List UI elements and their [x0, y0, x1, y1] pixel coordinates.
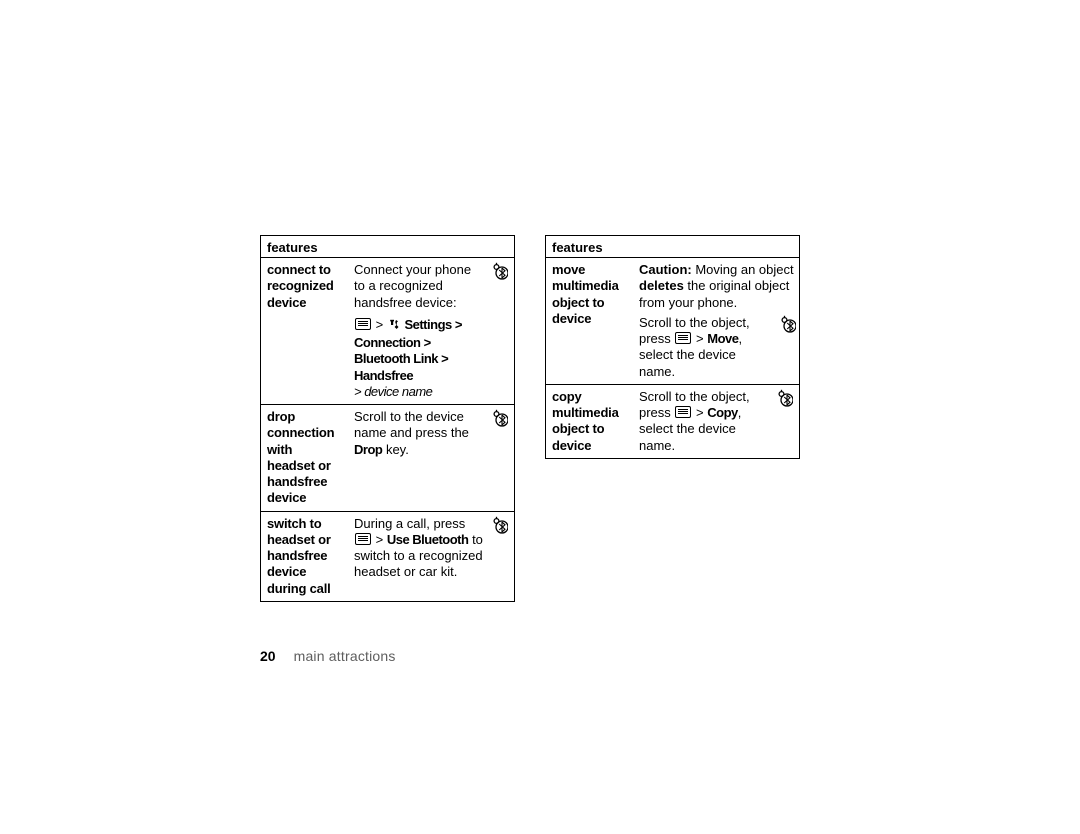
tail-text: select the device name.: [639, 347, 736, 378]
feature-desc: During a call, press > Use Bluetooth to …: [348, 511, 490, 601]
features-table-left: features connect to recognized device Co…: [260, 235, 515, 602]
tools-icon: [388, 319, 400, 335]
bluetooth-cell: [490, 511, 515, 601]
scroll-text: Scroll to the object,: [639, 315, 750, 330]
scroll-text: Scroll to the object,: [639, 389, 750, 404]
feature-name: copy multimedia object to device: [546, 384, 634, 458]
tail-text: select the device name.: [639, 421, 736, 452]
feature-name: drop connection with headset or handsfre…: [261, 405, 349, 512]
table-header: features: [546, 236, 800, 258]
menu-key-icon: [675, 406, 691, 418]
desc-text: During a call, press: [354, 516, 465, 531]
table-row: move multimedia object to device Caution…: [546, 258, 800, 385]
right-column: features move multimedia object to devic…: [545, 235, 800, 602]
feature-name: move multimedia object to device: [546, 258, 634, 385]
left-column: features connect to recognized device Co…: [260, 235, 515, 602]
feature-desc: Connect your phone to a recognized hands…: [348, 258, 490, 405]
deletes-bold: deletes: [639, 278, 684, 293]
bluetooth-icon: [492, 415, 508, 430]
use-bluetooth: Use Bluetooth: [387, 532, 469, 547]
section-title: main attractions: [294, 648, 396, 664]
bluetooth-cell: [490, 258, 515, 405]
action-move: Move: [707, 331, 738, 346]
bluetooth-icon: [777, 395, 793, 410]
bluetooth-icon: [492, 522, 508, 537]
table-row: drop connection with headset or handsfre…: [261, 405, 515, 512]
desc-text: key.: [382, 442, 409, 457]
bluetooth-cell: [490, 405, 515, 512]
nav-path: > Settings > Connection > Bluetooth Link…: [354, 317, 462, 399]
menu-key-icon: [355, 533, 371, 545]
features-table-right: features move multimedia object to devic…: [545, 235, 800, 459]
table-row: connect to recognized device Connect you…: [261, 258, 515, 405]
feature-desc: Scroll to the device name and press the …: [348, 405, 490, 512]
page-number: 20: [260, 648, 276, 664]
desc-text: Scroll to the device name and press the: [354, 409, 469, 440]
caution-label: Caution:: [639, 262, 692, 277]
nav-tail: > device name: [354, 384, 432, 399]
drop-key: Drop: [354, 442, 382, 457]
feature-desc: Scroll to the object, press > Copy, sele…: [633, 384, 775, 458]
press-text: press: [639, 331, 674, 346]
menu-key-icon: [675, 332, 691, 344]
press-text: press: [639, 405, 674, 420]
page-footer: 20 main attractions: [260, 648, 800, 664]
table-row: switch to headset or handsfree device du…: [261, 511, 515, 601]
feature-name: switch to headset or handsfree device du…: [261, 511, 349, 601]
feature-name: connect to recognized device: [261, 258, 349, 405]
bluetooth-cell: [775, 384, 800, 458]
bluetooth-icon: [780, 315, 796, 337]
desc-text: Connect your phone to a recognized hands…: [354, 262, 471, 310]
two-column-layout: features connect to recognized device Co…: [260, 235, 800, 602]
table-row: copy multimedia object to device Scroll …: [546, 384, 800, 458]
feature-desc: Caution: Moving an object deletes the or…: [633, 258, 800, 385]
caution-text: Moving an object: [692, 262, 794, 277]
table-header: features: [261, 236, 515, 258]
bluetooth-icon: [492, 268, 508, 283]
action-copy: Copy: [707, 405, 738, 420]
menu-key-icon: [355, 318, 371, 330]
manual-page: features connect to recognized device Co…: [260, 235, 800, 664]
